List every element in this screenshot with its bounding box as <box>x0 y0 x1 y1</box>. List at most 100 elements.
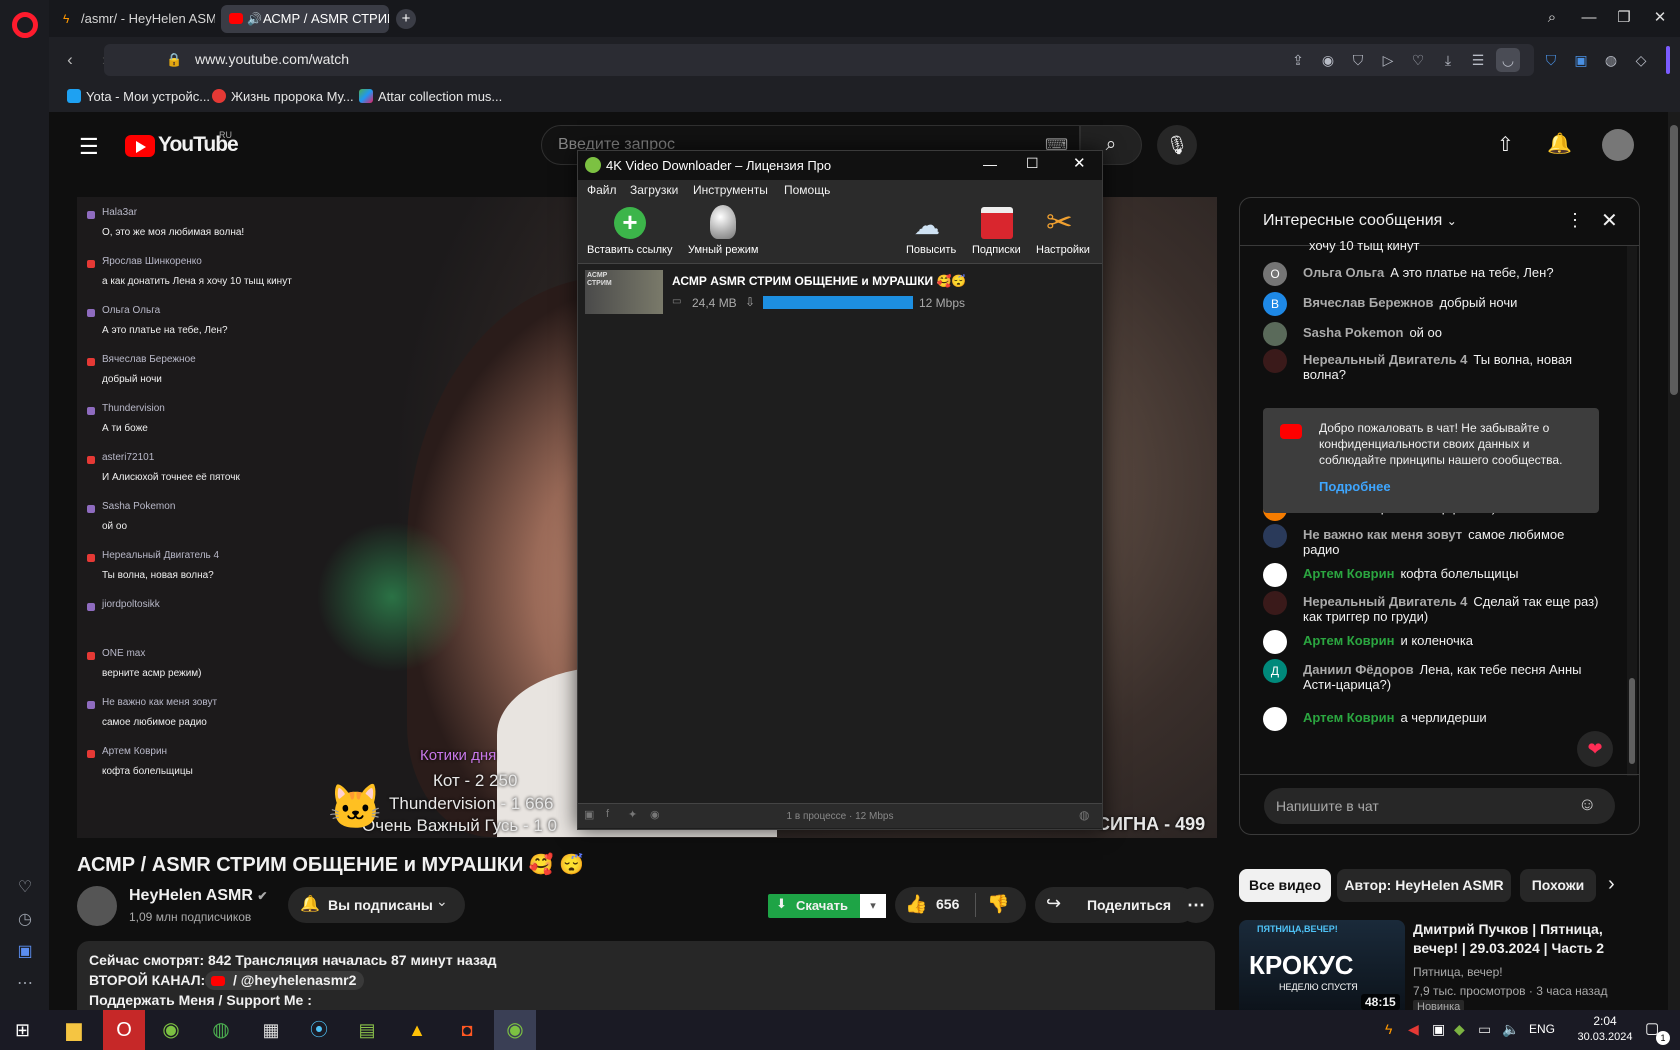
chat-input[interactable]: Напишите в чат <box>1264 788 1615 824</box>
lock-icon[interactable]: 🔒 <box>166 52 182 68</box>
chat-message[interactable]: Артем Коврин кофта болельщицы <box>1303 566 1518 581</box>
notifications-bell-icon[interactable]: 🔔 <box>1547 131 1572 156</box>
translate-icon[interactable]: ▣ <box>14 941 36 963</box>
smart-mode-bulb-icon[interactable] <box>710 205 736 239</box>
chat-message[interactable]: Ольга Ольга А это платье на тебе, Лен? <box>1303 265 1554 280</box>
emoji-icon[interactable]: ☺ <box>1578 794 1596 815</box>
camera-icon[interactable]: ◉ <box>1316 48 1340 72</box>
chat-scrollbar-thumb[interactable] <box>1629 678 1635 764</box>
clock-date[interactable]: 30.03.2024 <box>1566 1031 1644 1043</box>
chat-author-avatar[interactable] <box>1263 630 1287 654</box>
chat-message[interactable]: Sasha Pokemon ой оо <box>1303 325 1442 340</box>
page-scrollbar-thumb[interactable] <box>1670 125 1678 395</box>
menu-downloads[interactable]: Загрузки <box>630 183 678 197</box>
chip-all-videos[interactable]: Все видео <box>1239 869 1331 902</box>
chat-author-avatar[interactable]: В <box>1263 292 1287 316</box>
tray-icon[interactable]: ▣ <box>1432 1021 1445 1038</box>
chat-message[interactable]: Артем Коврин а черлидерши <box>1303 710 1487 725</box>
chip-author[interactable]: Автор: HeyHelen ASMR <box>1337 869 1511 902</box>
more-actions-button[interactable]: ⋯ <box>1178 887 1214 923</box>
bookmark-yota[interactable]: Yota - Мои устройс... <box>67 89 210 104</box>
recommendation-title[interactable]: Дмитрий Пучков | Пятница, вечер! | 29.03… <box>1413 920 1623 958</box>
download-title[interactable]: АСМР ASMR СТРИМ ОБЩЕНИЕ и МУРАШКИ 🥰😴 <box>672 274 966 288</box>
paste-link-icon[interactable]: + <box>614 207 646 239</box>
downloader-close-button[interactable]: ✕ <box>1073 154 1086 172</box>
facebook-icon[interactable]: f <box>606 808 609 820</box>
chat-mode-select[interactable]: Интересные сообщения ⌄ <box>1263 212 1457 230</box>
create-icon[interactable]: ⇧ <box>1497 132 1514 157</box>
warning-app-icon[interactable]: ▲ <box>396 1010 438 1050</box>
chat-message[interactable]: Нереальный Двигатель 4 Сделай так еще раз… <box>1303 594 1598 624</box>
channel-name[interactable]: HeyHelen ASMR ✔ <box>129 887 267 905</box>
menu-file[interactable]: Файл <box>587 183 617 197</box>
chart-app-icon[interactable]: ▤ <box>346 1010 388 1050</box>
account-avatar[interactable] <box>1602 129 1634 161</box>
share-icon[interactable]: ⇪ <box>1286 48 1310 72</box>
chat-more-icon[interactable]: ⋮ <box>1566 210 1584 231</box>
microphone-icon[interactable]: 🎙 <box>1157 125 1197 165</box>
downloader-minimize-button[interactable]: — <box>983 156 997 172</box>
menu-tools[interactable]: Инструменты <box>693 183 768 197</box>
chat-message[interactable]: хочу 10 тыщ кинут <box>1303 238 1419 253</box>
subscriptions-icon[interactable] <box>981 207 1013 239</box>
globe-icon[interactable]: ◍ <box>1599 48 1623 72</box>
heart-icon[interactable]: ♡ <box>1406 48 1430 72</box>
start-icon[interactable]: ⊞ <box>15 1020 30 1041</box>
close-button[interactable]: ✕ <box>1648 8 1672 28</box>
download-dropdown-button[interactable]: ▾ <box>860 894 886 918</box>
nvidia-icon[interactable]: ◆ <box>1454 1021 1465 1038</box>
chat-message[interactable]: Нереальный Двигатель 4 Ты волна, новая вол… <box>1303 352 1572 382</box>
chat-author-avatar[interactable] <box>1263 563 1287 587</box>
chat-author-avatar[interactable] <box>1263 322 1287 346</box>
volume-icon[interactable]: 🔈 <box>1502 1021 1519 1038</box>
menu-lines-icon[interactable]: ☰ <box>1466 48 1490 72</box>
4k-downloader-taskbar-icon[interactable]: ◉ <box>150 1010 192 1050</box>
bookmark-attar[interactable]: Attar collection mus... <box>359 89 502 104</box>
more-icon[interactable]: ⋯ <box>14 973 36 995</box>
chat-message[interactable]: Даниил Фёдоров Лена, как тебе песня Анны А… <box>1303 662 1582 692</box>
extension-shield-icon[interactable]: ⛉ <box>1539 48 1563 72</box>
chat-author-avatar[interactable] <box>1263 349 1287 373</box>
menu-help[interactable]: Помощь <box>784 183 830 197</box>
paste-link-button[interactable]: Вставить ссылку <box>587 244 672 256</box>
dislike-icon[interactable]: 👎 <box>987 894 1009 915</box>
bookmark-prophet[interactable]: Жизнь пророка Му... <box>212 89 354 104</box>
learn-more-link[interactable]: Подробнее <box>1319 479 1391 494</box>
hamburger-menu-icon[interactable]: ☰ <box>79 134 99 160</box>
chat-message[interactable]: Вячеслав Бережнов добрый ночи <box>1303 295 1517 310</box>
chrome-icon[interactable]: ◍ <box>200 1010 242 1050</box>
profile-icon[interactable]: ◡ <box>1496 48 1520 72</box>
restore-button[interactable]: ❐ <box>1612 8 1636 28</box>
wifi-tool-icon[interactable]: ⦿ <box>298 1010 340 1050</box>
chip-similar[interactable]: Похожи <box>1520 869 1596 902</box>
globe-icon[interactable]: ◍ <box>1079 808 1089 822</box>
4k-downloader-active-icon[interactable]: ◉ <box>494 1010 536 1050</box>
chat-message[interactable]: Артем Коврин и коленочка <box>1303 633 1473 648</box>
red-app-icon[interactable]: ◘ <box>446 1010 488 1050</box>
opera-logo-icon[interactable] <box>12 12 38 38</box>
recommendation-channel[interactable]: Пятница, вечер! <box>1413 965 1503 979</box>
new-tab-button[interactable]: + <box>396 9 416 29</box>
video-editor-icon[interactable]: ▦ <box>250 1010 292 1050</box>
search-tabs-icon[interactable]: ⌕ <box>1540 8 1564 28</box>
shield-icon[interactable]: ⛉ <box>1346 48 1370 72</box>
back-button[interactable]: ‹ <box>59 49 81 71</box>
cube-icon[interactable]: ◇ <box>1629 48 1653 72</box>
second-channel-link[interactable]: / @heyhelenasmr2 <box>205 971 365 990</box>
tray-icon[interactable]: ϟ <box>1385 1021 1392 1037</box>
chat-author-avatar[interactable]: О <box>1263 262 1287 286</box>
like-count[interactable]: 656 <box>936 896 959 912</box>
settings-button[interactable]: Настройки <box>1036 244 1090 256</box>
download-icon[interactable]: ⤓ <box>1436 48 1460 72</box>
reddit-icon[interactable]: ◉ <box>650 808 660 821</box>
chat-close-icon[interactable]: ✕ <box>1601 208 1618 233</box>
chat-message[interactable]: Не важно как меня зовут самое любимое ради… <box>1303 527 1564 557</box>
play-icon[interactable]: ▷ <box>1376 48 1400 72</box>
upgrade-button[interactable]: Повысить <box>906 244 956 256</box>
opera-icon[interactable]: O <box>103 1010 145 1050</box>
chat-author-avatar[interactable] <box>1263 591 1287 615</box>
language-indicator[interactable]: ENG <box>1529 1022 1555 1036</box>
twitter-icon[interactable]: ✦ <box>628 808 637 821</box>
tray-icon[interactable]: ◀ <box>1408 1021 1419 1038</box>
chevron-right-icon[interactable]: › <box>1608 873 1615 896</box>
